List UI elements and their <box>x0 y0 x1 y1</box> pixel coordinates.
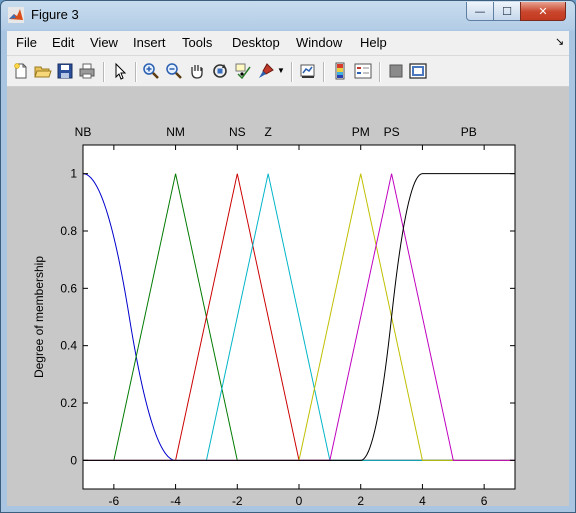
dock-arrow-icon[interactable]: ↘ <box>555 35 564 48</box>
figure-client-area: File Edit View Insert Tools Desktop Wind… <box>7 31 569 506</box>
mf-label-pb: PB <box>461 125 477 139</box>
minimize-button[interactable]: — <box>466 2 494 21</box>
y-tick-label: 0.8 <box>60 224 77 238</box>
show-plot-tools-icon[interactable] <box>409 62 427 80</box>
y-tick-label: 0 <box>70 453 77 467</box>
close-button[interactable]: ✕ <box>520 2 566 21</box>
edit-plot-arrow-icon[interactable] <box>111 62 129 80</box>
menu-file[interactable]: File <box>16 35 37 50</box>
hide-plot-tools-icon[interactable] <box>387 62 405 80</box>
toolbar-separator <box>103 62 105 82</box>
save-icon[interactable] <box>56 62 74 80</box>
title-bar[interactable]: Figure 3 — ☐ ✕ <box>1 1 575 29</box>
mf-label-ps: PS <box>384 125 400 139</box>
data-cursor-icon[interactable] <box>234 62 252 80</box>
toolbar-separator <box>291 62 293 82</box>
new-figure-icon[interactable] <box>12 62 30 80</box>
mf-label-nb: NB <box>75 125 92 139</box>
pan-hand-icon[interactable] <box>188 62 206 80</box>
mf-label-nm: NM <box>166 125 185 139</box>
y-tick-label: 1 <box>70 167 77 181</box>
matlab-logo-icon <box>8 7 24 23</box>
rotate-3d-icon[interactable] <box>211 62 229 80</box>
y-tick-label: 0.6 <box>60 281 77 295</box>
figure-canvas: -6-4-2024600.20.40.60.81 NBNMNSZPMPSPB e… <box>7 87 569 506</box>
x-tick-label: -2 <box>232 494 243 506</box>
figure-toolbar: ▼ <box>7 55 569 87</box>
mf-label-z: Z <box>264 125 271 139</box>
print-icon[interactable] <box>78 62 96 80</box>
toolbar-separator <box>379 62 381 82</box>
figure-window: Figure 3 — ☐ ✕ File Edit View Insert Too… <box>0 0 576 513</box>
menu-insert[interactable]: Insert <box>133 35 166 50</box>
menu-desktop[interactable]: Desktop <box>232 35 280 50</box>
x-tick-label: 2 <box>357 494 364 506</box>
zoom-in-icon[interactable] <box>142 62 160 80</box>
maximize-button[interactable]: ☐ <box>493 2 521 21</box>
x-tick-label: 4 <box>419 494 426 506</box>
membership-function-plot[interactable]: -6-4-2024600.20.40.60.81 NBNMNSZPMPSPB e… <box>7 87 569 506</box>
x-tick-label: -6 <box>109 494 120 506</box>
open-file-icon[interactable] <box>34 62 52 80</box>
menu-help[interactable]: Help <box>360 35 387 50</box>
menu-edit[interactable]: Edit <box>52 35 74 50</box>
toolbar-separator <box>323 62 325 82</box>
mf-label-pm: PM <box>352 125 370 139</box>
link-plot-icon[interactable] <box>299 62 317 80</box>
brush-icon[interactable] <box>257 62 275 80</box>
toolbar-separator <box>135 62 137 82</box>
x-tick-label: 6 <box>481 494 488 506</box>
zoom-out-icon[interactable] <box>165 62 183 80</box>
y-axis-label: Degree of membership <box>32 256 46 378</box>
brush-dropdown-icon[interactable]: ▼ <box>277 66 285 75</box>
menu-view[interactable]: View <box>90 35 118 50</box>
x-tick-label: -4 <box>170 494 181 506</box>
insert-legend-icon[interactable] <box>354 62 372 80</box>
window-title: Figure 3 <box>31 7 79 22</box>
menu-bar: File Edit View Insert Tools Desktop Wind… <box>7 31 569 54</box>
mf-label-ns: NS <box>229 125 246 139</box>
y-tick-label: 0.4 <box>60 339 77 353</box>
y-tick-label: 0.2 <box>60 396 77 410</box>
menu-tools[interactable]: Tools <box>182 35 212 50</box>
menu-window[interactable]: Window <box>296 35 342 50</box>
x-tick-label: 0 <box>296 494 303 506</box>
insert-colorbar-icon[interactable] <box>331 62 349 80</box>
